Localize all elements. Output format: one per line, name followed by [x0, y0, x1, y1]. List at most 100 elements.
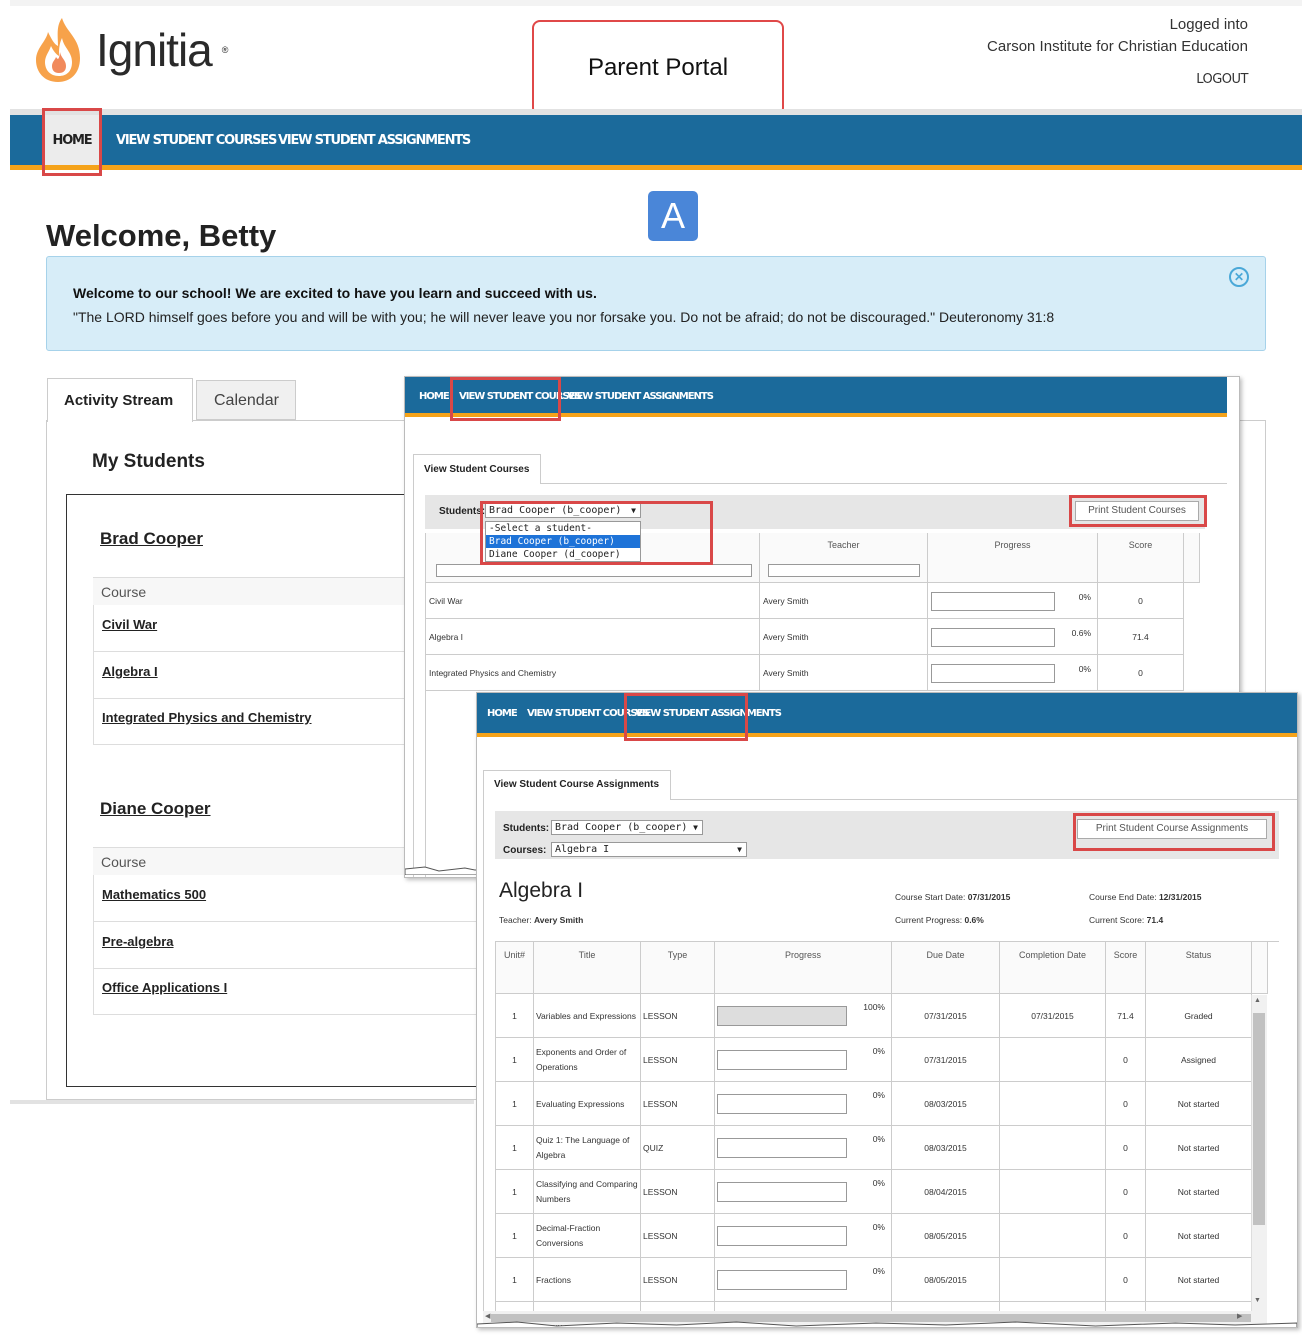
- torn-edge: [477, 1321, 1297, 1327]
- teacher-cell: Avery Smith: [760, 619, 928, 655]
- course-filter-input[interactable]: [436, 564, 752, 577]
- course-title: Algebra I: [499, 879, 584, 902]
- column-header: Score: [1106, 942, 1146, 994]
- completion-date-cell: [1000, 1126, 1106, 1170]
- title-cell: Decimal-Fraction Conversions: [534, 1214, 641, 1258]
- progress-value: 0%: [1078, 664, 1091, 674]
- tab-calendar[interactable]: Calendar: [196, 380, 296, 420]
- score-cell: 71.4: [1098, 619, 1184, 655]
- progress-cell: 0.6%: [928, 619, 1098, 655]
- scroll-up-icon[interactable]: ▲: [1254, 997, 1261, 1004]
- nav-home[interactable]: HOME: [419, 377, 450, 417]
- type-cell: LESSON: [641, 1258, 715, 1302]
- table-row[interactable]: 1 Evaluating Expressions LESSON 0% 08/03/201…: [496, 1082, 1252, 1126]
- vertical-scrollbar-thumb[interactable]: [1253, 1013, 1265, 1225]
- nav-view-student-assignments[interactable]: VIEW STUDENT ASSIGNMENTS: [278, 115, 471, 165]
- table-row[interactable]: Algebra I Avery Smith 0.6% 71.4: [426, 619, 1184, 655]
- completion-date-cell: 07/31/2015: [1000, 994, 1106, 1038]
- progress-value: 0%: [872, 1046, 885, 1056]
- progress-cell: 100%: [715, 994, 892, 1038]
- student-name-link[interactable]: Diane Cooper: [100, 799, 211, 819]
- column-header: Completion Date: [1000, 942, 1106, 994]
- logo-registered-mark: ®: [221, 45, 229, 55]
- progress-bar: [717, 1050, 847, 1070]
- progress-bar: [717, 1138, 847, 1158]
- progress-cell: 0%: [715, 1170, 892, 1214]
- ignitia-logo[interactable]: Ignitia ®: [32, 14, 262, 86]
- progress-cell: 0%: [715, 1082, 892, 1126]
- progress-cell: 0%: [715, 1038, 892, 1082]
- table-row[interactable]: 1 Classifying and Comparing Numbers LESSON…: [496, 1170, 1252, 1214]
- tab-view-student-courses[interactable]: View Student Courses: [413, 454, 541, 484]
- progress-bar: [931, 628, 1055, 647]
- status-cell: Not started: [1146, 1258, 1252, 1302]
- score-cell: 0: [1106, 1170, 1146, 1214]
- type-cell: LESSON: [641, 994, 715, 1038]
- footer-border: [10, 1100, 474, 1104]
- logo-text: Ignitia: [96, 24, 213, 76]
- due-date-cell: 08/03/2015: [892, 1082, 1000, 1126]
- completion-date-cell: [1000, 1038, 1106, 1082]
- column-header: Progress: [715, 942, 892, 994]
- course-link[interactable]: Pre-algebra: [93, 922, 493, 969]
- welcome-alert: Welcome to our school! We are excited to…: [46, 256, 1266, 351]
- tab-activity-stream[interactable]: Activity Stream: [47, 378, 193, 422]
- course-link[interactable]: Mathematics 500: [93, 875, 493, 922]
- dropdown-arrow-icon: ▼: [737, 845, 742, 854]
- progress-value: 100%: [863, 1002, 885, 1012]
- progress-value: 0%: [872, 1266, 885, 1276]
- progress-bar: [931, 664, 1055, 683]
- completion-date-cell: [1000, 1170, 1106, 1214]
- course-link[interactable]: Office Applications I: [93, 968, 493, 1015]
- column-header: Type: [641, 942, 715, 994]
- alert-headline: Welcome to our school! We are excited to…: [73, 285, 597, 301]
- column-header: Due Date: [892, 942, 1000, 994]
- student-name-link[interactable]: Brad Cooper: [100, 529, 203, 549]
- due-date-cell: 07/31/2015: [892, 994, 1000, 1038]
- course-cell: Civil War: [426, 583, 760, 619]
- tab-view-student-course-assignments[interactable]: View Student Course Assignments: [483, 770, 671, 800]
- teacher-meta: Teacher: Avery Smith: [499, 915, 584, 925]
- nav-view-student-assignments[interactable]: VIEW STUDENT ASSIGNMENTS: [567, 377, 714, 417]
- type-cell: QUIZ: [641, 1126, 715, 1170]
- page-title: Welcome, Betty: [46, 218, 277, 253]
- dropdown-highlight: [480, 501, 713, 565]
- title-cell: Quiz 1: The Language of Algebra: [534, 1126, 641, 1170]
- table-row[interactable]: 1 Fractions LESSON 0% 08/05/2015 0 Not started: [496, 1258, 1252, 1302]
- nav-home[interactable]: HOME: [487, 693, 518, 735]
- progress-cell: 0%: [715, 1126, 892, 1170]
- students-label: Students:: [503, 823, 550, 834]
- progress-bar: [931, 592, 1055, 611]
- nav-view-student-courses[interactable]: VIEW STUDENT COURSES: [116, 115, 277, 165]
- table-row[interactable]: 1 Exponents and Order of Operations LESSON…: [496, 1038, 1252, 1082]
- my-students-heading: My Students: [92, 451, 205, 472]
- progress-bar: [717, 1094, 847, 1114]
- logout-link[interactable]: LOGOUT: [1196, 72, 1248, 87]
- scroll-right-icon[interactable]: ▶: [1237, 1312, 1242, 1320]
- table-row[interactable]: 1 Quiz 1: The Language of Algebra QUIZ 0% 08…: [496, 1126, 1252, 1170]
- assignments-navbar: HOME VIEW STUDENT COURSES VIEW STUDENT A…: [477, 693, 1297, 737]
- students-label: Students:: [439, 506, 486, 517]
- assignments-table: Unit# Title Type Progress Due Date Compl…: [495, 941, 1279, 1327]
- progress-cell: 0%: [715, 1214, 892, 1258]
- scroll-left-icon[interactable]: ◀: [485, 1312, 490, 1320]
- close-circle-icon[interactable]: ✕: [1229, 267, 1249, 287]
- completion-date-cell: [1000, 1258, 1106, 1302]
- teacher-filter-input[interactable]: [768, 564, 920, 577]
- type-cell: LESSON: [641, 1038, 715, 1082]
- progress-bar: [717, 1270, 847, 1290]
- unit-cell: 1: [496, 1038, 534, 1082]
- progress-cell: 0%: [928, 655, 1098, 691]
- table-row[interactable]: 1 Decimal-Fraction Conversions LESSON 0% 08/…: [496, 1214, 1252, 1258]
- status-cell: Not started: [1146, 1126, 1252, 1170]
- progress-value: 0.6%: [1071, 628, 1091, 638]
- table-row[interactable]: 1 Variables and Expressions LESSON 100% 07/3…: [496, 994, 1252, 1038]
- table-row[interactable]: Civil War Avery Smith 0% 0: [426, 583, 1184, 619]
- scroll-down-icon[interactable]: ▼: [1254, 1297, 1261, 1304]
- due-date-cell: 08/03/2015: [892, 1126, 1000, 1170]
- column-header: Status: [1146, 942, 1252, 994]
- student-select[interactable]: Brad Cooper (b_cooper) ▼: [551, 820, 703, 835]
- course-select[interactable]: Algebra I ▼: [551, 842, 747, 857]
- table-row[interactable]: Integrated Physics and Chemistry Avery S…: [426, 655, 1184, 691]
- progress-meta: Current Progress: 0.6%: [895, 915, 984, 925]
